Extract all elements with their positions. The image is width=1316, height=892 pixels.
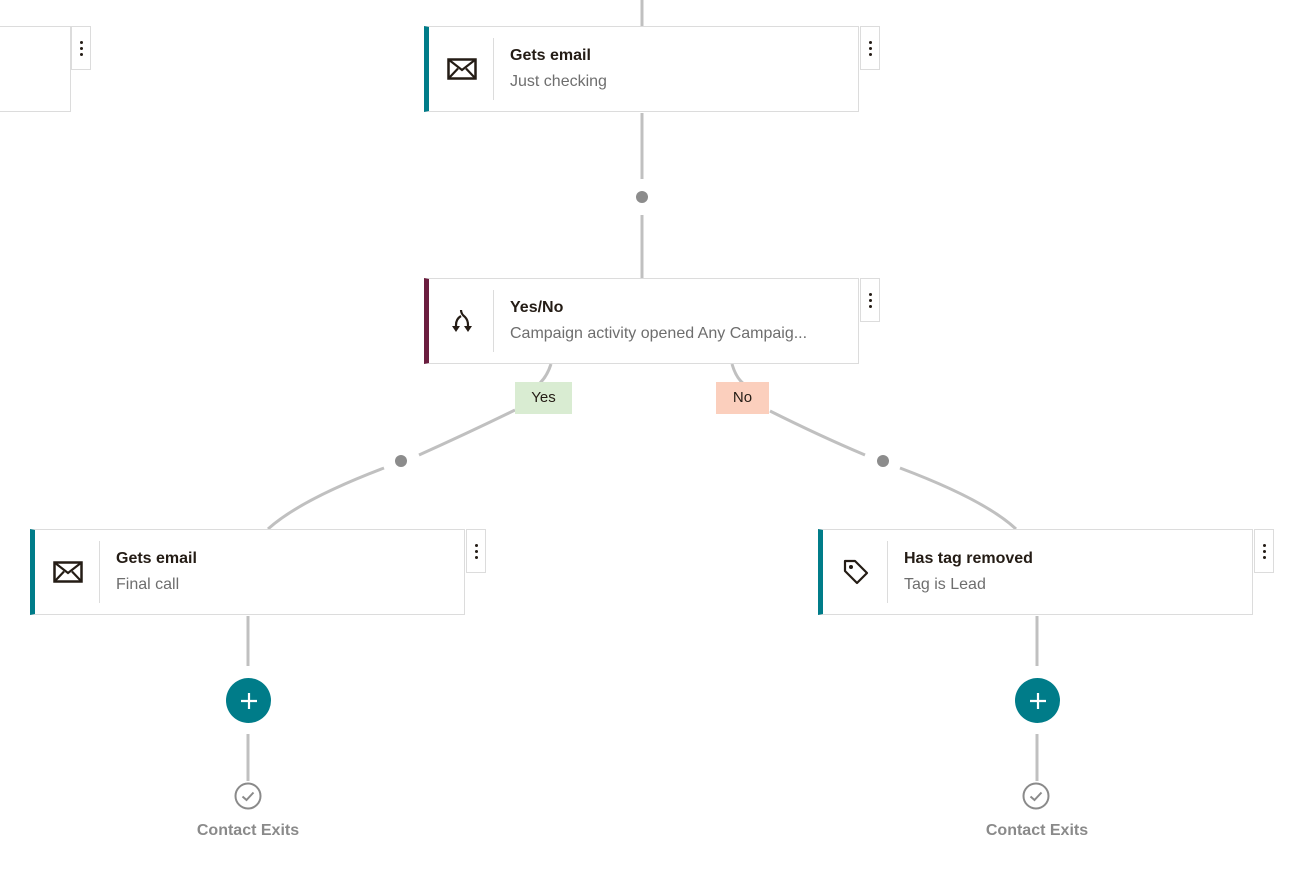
contact-exits-label: Contact Exits	[985, 822, 1089, 839]
connector-dot-to-right-node	[899, 466, 1018, 531]
tag-icon	[825, 541, 888, 603]
node-title: Has tag removed	[904, 550, 1033, 567]
contact-exits-label: Contact Exits	[196, 822, 300, 839]
connector-lines	[246, 0, 1039, 781]
connector-dot-yes	[395, 455, 407, 467]
connector-dot-to-left-node	[266, 466, 385, 531]
partial-node-offscreen[interactable]	[0, 26, 71, 112]
node-title: Yes/No	[510, 299, 564, 316]
connector-dot-top	[636, 191, 648, 203]
node-email-just-checking[interactable]: Gets email Just checking	[424, 26, 859, 112]
branch-label-yes: Yes	[515, 382, 572, 414]
node-yes-no-split[interactable]: Yes/No Campaign activity opened Any Camp…	[424, 278, 859, 364]
envelope-icon	[37, 541, 100, 603]
check-circle-icon	[234, 782, 262, 810]
node-menu-button[interactable]	[860, 26, 880, 70]
node-email-final-call[interactable]: Gets email Final call	[30, 529, 465, 615]
branch-label-no: No	[716, 382, 769, 414]
node-subtitle: Tag is Lead	[904, 576, 986, 593]
node-menu-button[interactable]	[1254, 529, 1274, 573]
connector-no-to-dot	[769, 409, 866, 457]
add-step-button-left[interactable]	[226, 678, 271, 723]
add-step-button-right[interactable]	[1015, 678, 1060, 723]
node-tag-removed[interactable]: Has tag removed Tag is Lead	[818, 529, 1253, 615]
node-menu-button[interactable]	[466, 529, 486, 573]
plus-icon	[240, 692, 257, 709]
split-arrows-icon	[431, 290, 494, 352]
node-title: Gets email	[116, 550, 197, 567]
node-menu-button[interactable]	[860, 278, 880, 322]
node-subtitle: Campaign activity opened Any Campaig...	[510, 325, 808, 342]
plus-icon	[1029, 692, 1046, 709]
connector-yes-to-dot	[418, 408, 516, 457]
connector-dot-no	[877, 455, 889, 467]
envelope-icon	[431, 38, 494, 100]
check-circle-icon	[1022, 782, 1050, 810]
partial-node-menu-button[interactable]	[71, 26, 91, 70]
node-subtitle: Just checking	[510, 73, 607, 90]
connector-split-to-no	[730, 363, 745, 386]
node-title: Gets email	[510, 47, 591, 64]
node-subtitle: Final call	[116, 576, 180, 593]
